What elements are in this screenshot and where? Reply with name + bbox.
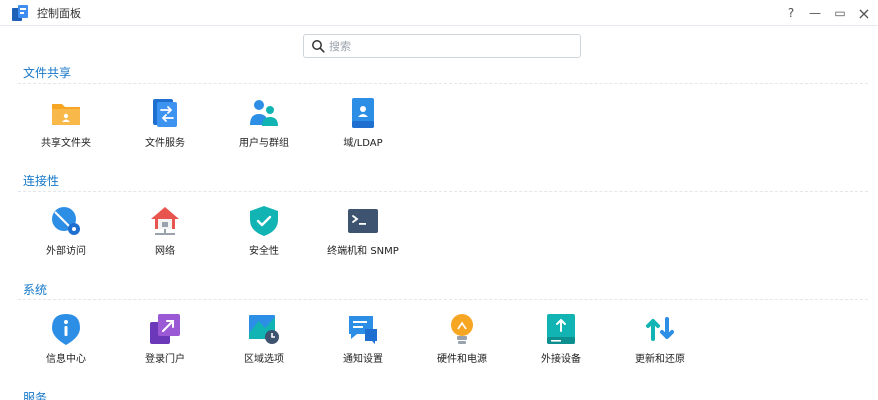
- shared-folder-item[interactable]: 共享文件夹: [16, 97, 116, 155]
- search-box[interactable]: [303, 34, 581, 58]
- login-portal-icon: [150, 314, 180, 344]
- security-item[interactable]: 安全性: [214, 205, 314, 263]
- notification-icon: [349, 316, 377, 344]
- section-title-connectivity: 连接性: [23, 174, 60, 188]
- title-bar: 控制面板 ? — ▭ ×: [0, 0, 878, 26]
- network-icon: [151, 207, 179, 235]
- item-label: 安全性: [249, 246, 279, 257]
- login-portal-item[interactable]: 登录门户: [115, 313, 215, 371]
- item-label: 通知设置: [343, 354, 383, 365]
- regional-options-icon: [249, 315, 279, 344]
- section-divider: [18, 83, 868, 84]
- info-center-icon: [52, 314, 80, 345]
- search-icon: [312, 40, 325, 53]
- shared-folder-icon: [52, 104, 80, 125]
- item-label: 域/LDAP: [343, 138, 383, 149]
- item-label: 外部访问: [46, 246, 86, 257]
- search-input[interactable]: [329, 38, 574, 54]
- section-title-file-sharing: 文件共享: [23, 66, 72, 80]
- control-panel-app-icon: [12, 5, 28, 21]
- section-title-system: 系统: [23, 283, 48, 297]
- user-group-icon: [250, 100, 278, 126]
- item-label: 更新和还原: [635, 354, 685, 365]
- section-divider: [18, 191, 868, 192]
- file-services-item[interactable]: 文件服务: [115, 97, 215, 155]
- close-button[interactable]: ×: [854, 3, 874, 23]
- hardware-power-item[interactable]: 硬件和电源: [412, 313, 512, 371]
- regional-options-item[interactable]: 区域选项: [214, 313, 314, 371]
- external-access-icon: [52, 207, 80, 235]
- item-label: 外接设备: [541, 354, 581, 365]
- terminal-snmp-item[interactable]: 终端机和 SNMP: [313, 205, 413, 263]
- item-label: 区域选项: [244, 354, 284, 365]
- external-devices-item[interactable]: 外接设备: [511, 313, 611, 371]
- security-shield-icon: [250, 206, 278, 236]
- hardware-power-icon: [451, 314, 473, 344]
- item-label: 文件服务: [145, 138, 185, 149]
- item-label: 硬件和电源: [437, 354, 487, 365]
- item-label: 信息中心: [46, 354, 86, 365]
- terminal-snmp-icon: [348, 209, 378, 233]
- info-center-item[interactable]: 信息中心: [16, 313, 116, 371]
- network-item[interactable]: 网络: [115, 205, 215, 263]
- minimize-button[interactable]: —: [805, 3, 825, 23]
- update-restore-item[interactable]: 更新和还原: [610, 313, 710, 371]
- external-devices-icon: [547, 314, 575, 344]
- section-title-services: 服务: [23, 391, 48, 400]
- external-access-item[interactable]: 外部访问: [16, 205, 116, 263]
- item-label: 登录门户: [145, 354, 185, 365]
- window-title: 控制面板: [37, 7, 81, 20]
- section-divider: [18, 299, 868, 300]
- item-label: 终端机和 SNMP: [327, 246, 399, 257]
- item-label: 网络: [155, 246, 175, 257]
- update-restore-icon: [646, 317, 674, 341]
- help-button[interactable]: ?: [781, 3, 801, 23]
- item-label: 用户与群组: [239, 138, 289, 149]
- maximize-button[interactable]: ▭: [830, 3, 850, 23]
- item-label: 共享文件夹: [41, 138, 91, 149]
- file-services-icon: [153, 99, 177, 127]
- user-group-item[interactable]: 用户与群组: [214, 97, 314, 155]
- domain-ldap-icon: [352, 98, 374, 128]
- notification-item[interactable]: 通知设置: [313, 313, 413, 371]
- domain-ldap-item[interactable]: 域/LDAP: [313, 97, 413, 155]
